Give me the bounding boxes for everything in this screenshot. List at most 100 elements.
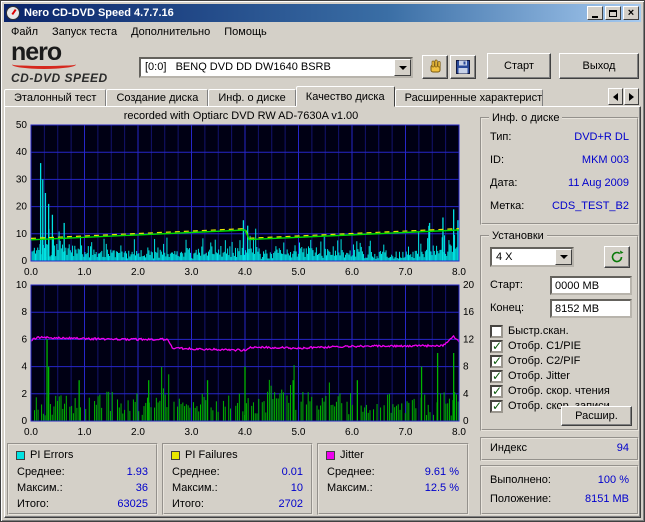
- checkbox-box[interactable]: [490, 399, 503, 413]
- svg-text:4: 4: [463, 389, 469, 400]
- disc-info-title: Инф. о диске: [489, 112, 563, 124]
- stat-label: Максим.:: [327, 482, 373, 494]
- progress-done-label: Выполнено:: [490, 474, 551, 486]
- stat-label: Среднее:: [172, 466, 220, 478]
- settings-title: Установки: [489, 230, 547, 242]
- close-button[interactable]: ×: [623, 6, 639, 20]
- tab-disc-quality[interactable]: Качество диска: [295, 86, 395, 107]
- svg-text:6.0: 6.0: [345, 267, 359, 278]
- svg-text:20: 20: [16, 202, 28, 213]
- save-icon: [456, 60, 470, 74]
- tab-scroll-right-button[interactable]: [624, 88, 639, 105]
- minimize-button[interactable]: [587, 6, 603, 20]
- speed-select[interactable]: 4 X: [490, 247, 574, 267]
- chevron-down-icon: [559, 255, 568, 259]
- hand-button[interactable]: [422, 55, 448, 79]
- stat-label: Итого:: [172, 498, 204, 510]
- pif-jitter-chart: 0 2 4 6 8 10 0 4 8 12 16 20 0.0 1.0 2.0 3.0 4.0 5.0 6.0 7.0…: [16, 281, 475, 438]
- nero-logo-swoosh: [12, 60, 76, 69]
- checkbox-box[interactable]: [490, 369, 503, 383]
- checkbox-box[interactable]: [490, 324, 503, 338]
- progress-done-value: 100 %: [597, 474, 629, 486]
- save-button[interactable]: [450, 55, 476, 79]
- svg-text:0.0: 0.0: [24, 427, 38, 438]
- pie-legend-label: PI Errors: [30, 449, 74, 461]
- svg-text:2.0: 2.0: [131, 267, 145, 278]
- refresh-icon: [611, 250, 624, 263]
- menu-run-test[interactable]: Запуск теста: [45, 25, 124, 39]
- stat-value: 36: [135, 482, 148, 494]
- jitter-legend-label: Jitter: [340, 449, 364, 461]
- advanced-button[interactable]: Расшир.: [561, 406, 632, 426]
- svg-text:7.0: 7.0: [399, 267, 413, 278]
- svg-text:0: 0: [463, 416, 469, 427]
- checkbox-label: Отобр. Jitter: [508, 370, 570, 382]
- jitter-legend-swatch: [326, 450, 335, 460]
- speed-select-dropdown-button[interactable]: [555, 249, 572, 265]
- index-value: 94: [616, 442, 629, 454]
- checkbox-show-jitter[interactable]: Отобр. Jitter: [490, 369, 570, 383]
- start-button-label: Старт: [504, 60, 534, 72]
- checkbox-box[interactable]: [490, 384, 503, 398]
- checkbox-box[interactable]: [490, 354, 503, 368]
- hand-icon: [430, 59, 441, 73]
- pif-legend-swatch: [171, 450, 180, 460]
- start-button[interactable]: Старт: [487, 53, 551, 79]
- checkbox-box[interactable]: [490, 339, 503, 353]
- checkbox-label: Быстр.скан.: [508, 325, 569, 337]
- tab-benchmark[interactable]: Эталонный тест: [4, 89, 107, 107]
- drive-select-dropdown-button[interactable]: [394, 59, 411, 76]
- menu-advanced[interactable]: Дополнительно: [124, 25, 217, 39]
- checkbox-show-read-speed[interactable]: Отобр. скор. чтения: [490, 384, 610, 398]
- checkbox-show-c1-pie[interactable]: Отобр. C1/PIE: [490, 339, 581, 353]
- svg-text:4.0: 4.0: [238, 267, 252, 278]
- scan-start-label: Старт:: [490, 279, 523, 291]
- settings-group: Установки 4 X Старт: Конец: Быстр.скан. …: [480, 230, 639, 431]
- disc-info-label: Метка:: [490, 200, 525, 212]
- drive-select[interactable]: [0:0] BENQ DVD DD DW1640 BSRB: [139, 57, 413, 78]
- stat-value: 1.93: [126, 466, 148, 478]
- checkbox-show-c2-pif[interactable]: Отобр. C2/PIF: [490, 354, 580, 368]
- svg-text:6: 6: [21, 334, 27, 345]
- checkbox-label: Отобр. скор. чтения: [508, 385, 610, 397]
- svg-text:0.0: 0.0: [24, 267, 38, 278]
- app-window: Nero CD-DVD Speed 4.7.7.16 × Файл Запуск…: [0, 0, 645, 522]
- close-icon: ×: [627, 7, 635, 19]
- app-icon[interactable]: [6, 6, 20, 20]
- scan-start-input[interactable]: [550, 276, 632, 295]
- svg-text:1.0: 1.0: [78, 267, 92, 278]
- refresh-button[interactable]: [604, 246, 630, 268]
- maximize-icon: [609, 9, 617, 17]
- titlebar[interactable]: Nero CD-DVD Speed 4.7.7.16 ×: [4, 4, 641, 22]
- chevron-down-icon: [398, 65, 407, 70]
- stat-label: Итого:: [17, 498, 49, 510]
- stat-value: 10: [290, 482, 303, 494]
- svg-text:50: 50: [16, 121, 28, 131]
- tab-advanced-quality[interactable]: Расширенные характеристики качества дис: [394, 89, 543, 107]
- tab-create-disc[interactable]: Создание диска: [106, 89, 209, 107]
- svg-text:12: 12: [463, 334, 475, 345]
- exit-button[interactable]: Выход: [559, 53, 639, 79]
- menu-file[interactable]: Файл: [4, 25, 45, 39]
- scan-end-input[interactable]: [550, 299, 632, 318]
- disc-id-value: MKM 003: [581, 154, 629, 166]
- pi-failures-statbox: PI Failures Среднее: 0.01 Максим.: 10 Итог…: [162, 443, 313, 515]
- maximize-button[interactable]: [605, 6, 621, 20]
- svg-text:4: 4: [21, 362, 27, 373]
- disc-date-value: 11 Aug 2009: [568, 177, 629, 189]
- minimize-icon: [592, 15, 598, 18]
- stat-label: Максим.:: [172, 482, 218, 494]
- svg-text:40: 40: [16, 147, 28, 158]
- menu-help[interactable]: Помощь: [217, 25, 274, 39]
- checkbox-fast-scan[interactable]: Быстр.скан.: [490, 324, 569, 338]
- svg-text:16: 16: [463, 307, 475, 318]
- tab-scroll-left-button[interactable]: [608, 88, 623, 105]
- svg-text:5.0: 5.0: [292, 267, 306, 278]
- pif-legend-label: PI Failures: [185, 449, 238, 461]
- stat-value: 63025: [117, 498, 148, 510]
- svg-text:20: 20: [463, 281, 475, 291]
- speed-select-value: 4 X: [496, 251, 513, 263]
- menubar: Файл Запуск теста Дополнительно Помощь: [4, 23, 641, 40]
- disc-info-label: Тип:: [490, 131, 512, 143]
- tab-disc-info[interactable]: Инф. о диске: [208, 89, 296, 107]
